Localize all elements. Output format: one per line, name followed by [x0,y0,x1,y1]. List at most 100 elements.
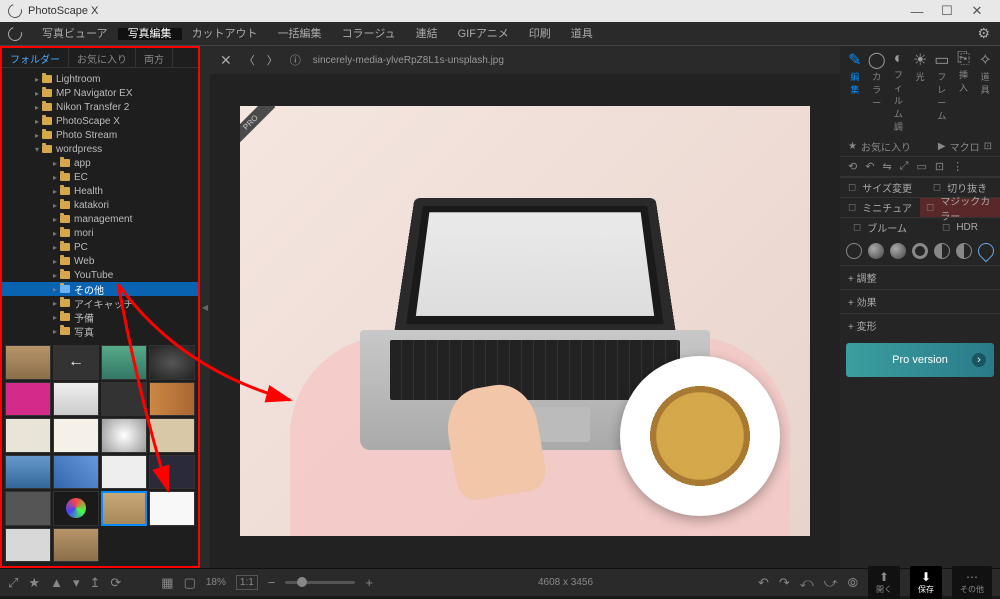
transform-icon[interactable]: ↶ [865,160,874,173]
folder-PhotoScape X[interactable]: ▸PhotoScape X [2,114,198,128]
thumbnail-3[interactable] [149,345,195,380]
fit-icon[interactable]: ▦ [161,575,173,591]
settings-gear-icon[interactable]: ⚙ [977,25,990,42]
redo-icon[interactable]: ↷ [779,575,790,591]
zoom-out-icon[interactable]: − [268,575,276,590]
transform-icon[interactable]: ⤢ [900,160,909,173]
tool-サイズ変更[interactable]: ◻ サイズ変更 [840,177,920,197]
folder-アイキャッチ[interactable]: ▸アイキャッチ [2,296,198,310]
folder-wordpress[interactable]: ▾wordpress [2,142,198,156]
folder-その他[interactable]: ▸その他 [2,282,198,296]
save-button[interactable]: ⬇保存 [910,566,942,599]
folder-YouTube[interactable]: ▸YouTube [2,268,198,282]
tool-マジックカラー[interactable]: ◻ マジックカラー [920,197,1000,217]
close-button[interactable]: ✕ [962,3,992,19]
main-tab-4[interactable]: コラージュ [332,28,406,40]
folder-tab-1[interactable]: お気に入り [69,48,136,67]
edit-tool-光[interactable]: ☀光 [911,50,929,133]
transform-icon[interactable]: ⋮ [952,160,963,173]
thumbnail-2[interactable] [101,345,147,380]
main-tab-2[interactable]: カットアウト [182,28,268,40]
folder-tab-0[interactable]: フォルダー [2,48,69,67]
edit-tool-編集[interactable]: ✎編集 [846,50,864,133]
folder-tab-2[interactable]: 両方 [136,48,173,67]
main-tab-8[interactable]: 道具 [561,28,603,40]
ratio-button[interactable]: 1:1 [236,575,258,590]
folder-katakori[interactable]: ▸katakori [2,198,198,212]
edit-tool-道具[interactable]: ✧道具 [976,50,994,133]
info-icon[interactable]: ⓘ [290,52,301,68]
thumbnail-8[interactable] [5,418,51,453]
thumbnail-16[interactable] [5,491,51,526]
thumbnail-21[interactable] [53,528,99,563]
thumbnail-6[interactable] [101,382,147,417]
main-tab-0[interactable]: 写真ビューア [32,28,118,40]
folder-MP Navigator EX[interactable]: ▸MP Navigator EX [2,86,198,100]
macro-row[interactable]: ★ お気に入り ▶ マクロ ⊡ [840,137,1000,157]
folder-PC[interactable]: ▸PC [2,240,198,254]
main-tab-6[interactable]: GIFアニメ [448,28,519,40]
folder-management[interactable]: ▸management [2,212,198,226]
sort-down-icon[interactable]: ▾ [73,575,80,591]
folder-tree[interactable]: ▸Lightroom▸MP Navigator EX▸Nikon Transfe… [2,68,198,342]
star-icon[interactable]: ★ [848,141,857,152]
upload-icon[interactable]: ↥ [89,575,100,591]
main-tab-3[interactable]: 一括編集 [268,28,332,40]
tool-ミニチュア[interactable]: ◻ ミニチュア [840,197,920,217]
thumbnail-1[interactable]: ← [53,345,99,380]
thumbnail-4[interactable] [5,382,51,417]
thumbnail-15[interactable] [149,455,195,490]
history-undo-icon[interactable]: ⤺ [800,575,814,591]
folder-Web[interactable]: ▸Web [2,254,198,268]
thumbnail-0[interactable] [5,345,51,380]
zoom-in-icon[interactable]: + [365,575,373,590]
expand-icon[interactable]: ⤢ [8,575,18,591]
accordion-効果[interactable]: + 効果 [840,289,1000,313]
accordion-調整[interactable]: + 調整 [840,265,1000,289]
dropdown-icon[interactable]: ⊡ [984,141,992,152]
close-image-icon[interactable]: ✕ [220,52,232,69]
folder-EC[interactable]: ▸EC [2,170,198,184]
tool-ブルーム[interactable]: ◻ ブルーム [840,217,920,237]
folder-Health[interactable]: ▸Health [2,184,198,198]
minimize-button[interactable]: — [902,4,932,19]
maximize-button[interactable]: ☐ [932,3,962,19]
transform-icon[interactable]: ⟲ [848,160,857,173]
refresh-icon[interactable]: ⟳ [110,575,121,591]
open-button[interactable]: ⬆開く [868,566,900,599]
sort-up-icon[interactable]: ▲ [50,575,63,590]
thumbnail-20[interactable] [5,528,51,563]
image-canvas[interactable]: PRO [210,74,840,568]
edit-tool-カラー[interactable]: ◯カラー [868,50,886,133]
panel-resize-handle[interactable] [200,46,210,568]
star-icon[interactable]: ★ [28,575,40,591]
next-image-icon[interactable]: 〉 [267,52,278,68]
thumbnail-19[interactable] [149,491,195,526]
thumbnail-17[interactable] [53,491,99,526]
thumbnail-5[interactable] [53,382,99,417]
edit-tool-フィルム調[interactable]: ◐フィルム調 [890,50,908,133]
compare-icon[interactable]: ⦾ [848,575,858,591]
thumbnail-12[interactable] [5,455,51,490]
vignette-shape-row[interactable] [840,237,1000,265]
folder-mori[interactable]: ▸mori [2,226,198,240]
pro-version-banner[interactable]: Pro version [846,343,994,377]
folder-写真[interactable]: ▸写真 [2,324,198,338]
more-button[interactable]: ⋯その他 [952,566,992,599]
folder-Lightroom[interactable]: ▸Lightroom [2,72,198,86]
folder-Photo Stream[interactable]: ▸Photo Stream [2,128,198,142]
main-tab-5[interactable]: 連結 [406,28,448,40]
thumbnail-11[interactable] [149,418,195,453]
prev-image-icon[interactable]: 〈 [244,52,255,68]
main-tab-7[interactable]: 印刷 [519,28,561,40]
thumbnail-10[interactable] [101,418,147,453]
thumbnail-14[interactable] [101,455,147,490]
main-tab-1[interactable]: 写真編集 [118,28,182,40]
thumbnail-18[interactable] [101,491,147,526]
grid-icon[interactable]: ▢ [184,575,196,591]
transform-icon[interactable]: ⊡ [935,160,944,173]
folder-予備[interactable]: ▸予備 [2,310,198,324]
transform-icon[interactable]: ▭ [916,160,926,173]
accordion-変形[interactable]: + 変形 [840,313,1000,337]
undo-icon[interactable]: ↶ [758,575,769,591]
